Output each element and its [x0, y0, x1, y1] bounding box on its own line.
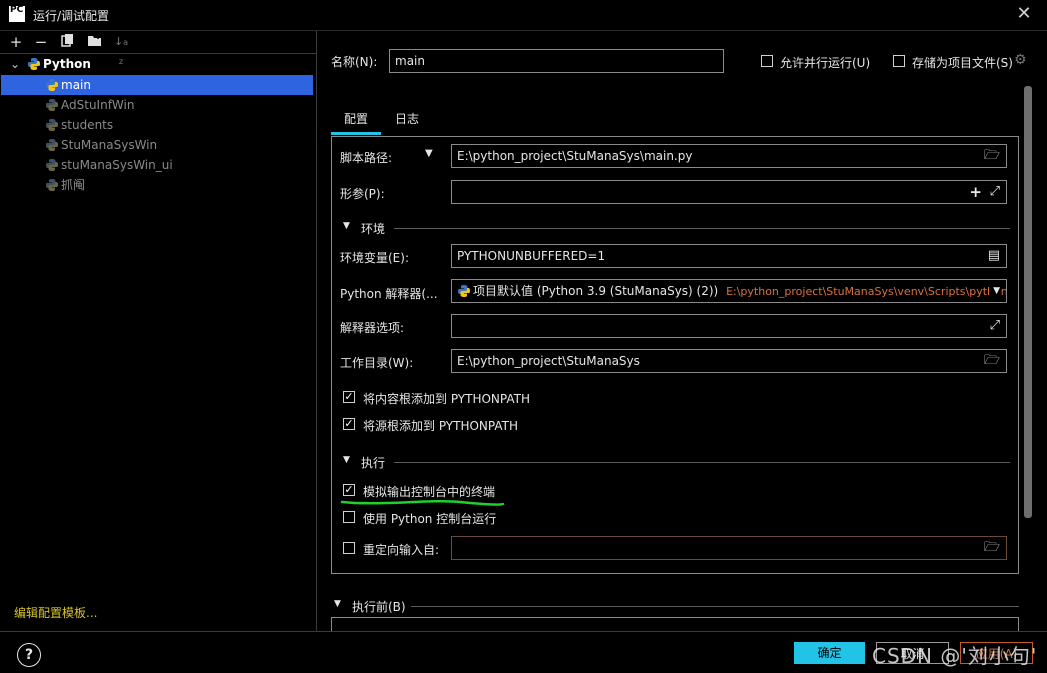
exec-section-chevron-icon[interactable]: ▼: [343, 455, 350, 465]
list-icon[interactable]: ▤: [988, 245, 1000, 267]
chevron-down-icon[interactable]: ⌄: [10, 54, 20, 74]
tree-item-students[interactable]: students: [46, 115, 113, 135]
expand-icon[interactable]: ⤢: [990, 181, 1000, 203]
workdir-input[interactable]: E:\python_project\StuManaSys 🗁: [451, 349, 1007, 373]
active-tab-indicator: [331, 132, 381, 135]
plus-icon[interactable]: +: [969, 181, 982, 203]
ok-button[interactable]: 确定: [794, 642, 865, 664]
redirect-input-checkbox[interactable]: [343, 542, 355, 554]
tree-item-label: 抓阄: [61, 178, 86, 192]
python-icon: [46, 139, 58, 151]
copy-icon[interactable]: [59, 33, 77, 51]
before-launch-panel: [331, 617, 1019, 631]
folder-icon[interactable]: 🗁: [984, 145, 1000, 167]
window-title: 运行/调试配置: [33, 9, 110, 23]
add-source-roots-label: 将源根添加到 PYTHONPATH: [363, 419, 518, 433]
redirect-input-field[interactable]: 🗁: [451, 536, 1007, 560]
interp-options-input[interactable]: ⤢: [451, 314, 1007, 338]
tree-item-adstuinfwin[interactable]: AdStuInfWin: [46, 95, 134, 115]
python-icon: [46, 159, 58, 171]
name-input[interactable]: main: [389, 49, 724, 73]
tree-item-zhuajiu[interactable]: 抓阄: [46, 175, 85, 195]
gear-icon[interactable]: ⚙: [1014, 52, 1027, 68]
tree-item-stumanasyswin-ui[interactable]: stuManaSysWin_ui: [46, 155, 173, 175]
script-path-label: 脚本路径:: [340, 151, 393, 165]
python-icon: [46, 119, 58, 131]
add-content-roots-checkbox[interactable]: ✓: [343, 391, 355, 403]
python-icon: [28, 58, 40, 70]
watermark: CSDN @'刘小句': [872, 644, 1038, 668]
script-path-input[interactable]: E:\python_project\StuManaSys\main.py 🗁: [451, 144, 1007, 168]
title-bar: [0, 0, 1047, 31]
tree-item-label: stuManaSysWin_ui: [61, 158, 173, 172]
name-label: 名称(N):: [331, 55, 378, 69]
tree-group-label: Python: [43, 57, 91, 71]
tree-item-label: students: [61, 118, 114, 132]
env-vars-input[interactable]: PYTHONUNBUFFERED=1 ▤: [451, 244, 1007, 268]
add-source-roots-checkbox[interactable]: ✓: [343, 418, 355, 430]
vertical-scrollbar[interactable]: [1024, 86, 1032, 518]
chevron-down-icon[interactable]: ▼: [989, 280, 1000, 302]
add-content-roots-label: 将内容根添加到 PYTHONPATH: [363, 392, 530, 406]
app-icon: PC: [9, 6, 25, 22]
script-path-value: E:\python_project\StuManaSys\main.py: [457, 149, 693, 163]
interpreter-path: E:\python_project\StuManaSys\venv\Script…: [726, 285, 1007, 298]
name-input-value: main: [395, 54, 425, 68]
interpreter-select[interactable]: 项目默认值 (Python 3.9 (StuManaSys) (2)) E:\p…: [451, 279, 1007, 303]
params-input[interactable]: + ⤢: [451, 180, 1007, 204]
allow-parallel-label: 允许并行运行(U): [780, 56, 871, 70]
before-launch-chevron-icon[interactable]: ▼: [334, 599, 341, 609]
interp-options-label: 解释器选项:: [340, 321, 405, 335]
new-folder-icon[interactable]: [86, 33, 104, 51]
tree-group-python[interactable]: Python: [28, 54, 91, 74]
workdir-label: 工作目录(W):: [340, 356, 414, 370]
tree-item-main[interactable]: main: [46, 75, 91, 95]
use-python-console-checkbox[interactable]: [343, 511, 355, 523]
redirect-input-label: 重定向输入自:: [363, 543, 440, 557]
env-section-chevron-icon[interactable]: ▼: [343, 221, 350, 231]
interpreter-value: 项目默认值 (Python 3.9 (StuManaSys) (2)): [473, 284, 719, 298]
allow-parallel-checkbox[interactable]: [761, 55, 773, 67]
tree-item-stumanasyswin[interactable]: StuManaSysWin: [46, 135, 157, 155]
exec-section-title: 执行: [361, 456, 386, 470]
interpreter-label: Python 解释器(...: [340, 287, 438, 301]
before-launch-title: 执行前(B): [352, 600, 406, 614]
divider: [394, 462, 1010, 463]
tab-config[interactable]: 配置: [331, 110, 381, 134]
params-label: 形参(P):: [340, 187, 385, 201]
edit-templates-link[interactable]: 编辑配置模板...: [14, 604, 97, 621]
folder-icon[interactable]: 🗁: [984, 350, 1000, 372]
add-icon[interactable]: +: [7, 33, 25, 51]
store-as-file-checkbox[interactable]: [893, 55, 905, 67]
remove-icon[interactable]: −: [32, 33, 50, 51]
tree-item-label: main: [61, 78, 91, 92]
sort-icon[interactable]: ↓a z: [112, 33, 130, 66]
help-button[interactable]: ?: [17, 643, 41, 667]
python-icon: [458, 285, 470, 297]
divider: [394, 228, 1010, 229]
env-section-title: 环境: [361, 222, 386, 236]
folder-icon[interactable]: 🗁: [984, 537, 1000, 559]
divider: [0, 631, 1047, 632]
expand-icon[interactable]: ⤢: [990, 315, 1000, 337]
workdir-value: E:\python_project\StuManaSys: [457, 354, 640, 368]
python-icon: [46, 99, 58, 111]
env-vars-value: PYTHONUNBUFFERED=1: [457, 249, 606, 263]
python-icon: [46, 179, 58, 191]
close-icon[interactable]: ✕: [1014, 3, 1034, 25]
divider: [411, 606, 1019, 607]
python-icon: [46, 79, 58, 91]
tree-item-label: AdStuInfWin: [61, 98, 135, 112]
store-as-file-label: 存储为项目文件(S): [912, 56, 1013, 70]
annotation-underline: [340, 499, 505, 506]
use-python-console-label: 使用 Python 控制台运行: [363, 512, 497, 526]
tab-logs[interactable]: 日志: [386, 110, 428, 134]
env-vars-label: 环境变量(E):: [340, 251, 409, 265]
tree-item-label: StuManaSysWin: [61, 138, 158, 152]
script-path-dropdown-icon[interactable]: ▼: [425, 148, 433, 159]
